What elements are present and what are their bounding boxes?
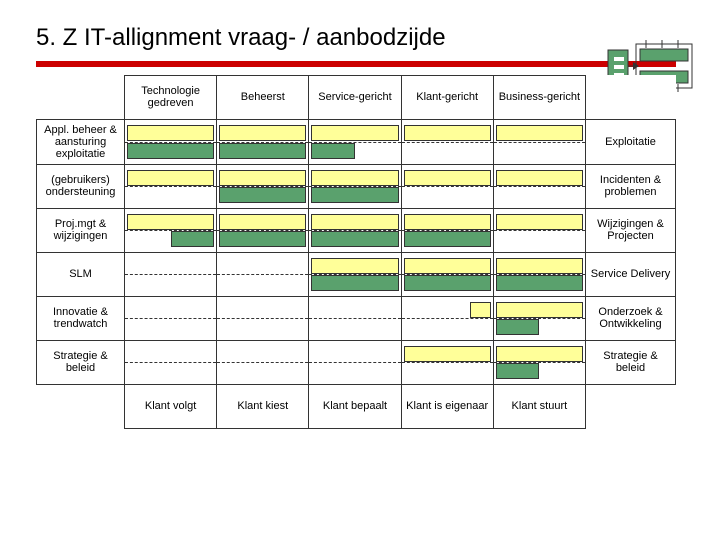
matrix-cell (309, 252, 401, 296)
row-right-label: Wijzigingen & Projecten (586, 208, 676, 252)
matrix-cell (401, 164, 493, 208)
col-header: Service-gericht (309, 75, 401, 119)
row-label: (gebruikers) ondersteuning (37, 164, 125, 208)
slide-title: 5. Z IT-allignment vraag- / aanbodzijde (36, 24, 692, 53)
matrix-cell (401, 208, 493, 252)
col-header: Business-gericht (493, 75, 585, 119)
footer-label: Klant kiest (217, 384, 309, 428)
matrix-cell (125, 252, 217, 296)
matrix-cell (401, 252, 493, 296)
row-label: Strategie & beleid (37, 340, 125, 384)
matrix-cell (493, 119, 585, 164)
matrix-cell (493, 296, 585, 340)
alignment-matrix: Technologie gedreven Beheerst Service-ge… (36, 75, 676, 429)
footer-label: Klant stuurt (493, 384, 585, 428)
matrix-cell (217, 252, 309, 296)
matrix-cell (217, 119, 309, 164)
row-label: SLM (37, 252, 125, 296)
row-right-label: Strategie & beleid (586, 340, 676, 384)
row-right-label: Onderzoek & Ontwikkeling (586, 296, 676, 340)
footer-label: Klant is eigenaar (401, 384, 493, 428)
matrix-cell (125, 340, 217, 384)
blank-cell (37, 384, 125, 428)
row-label: Proj.mgt & wijzigingen (37, 208, 125, 252)
matrix-cell (217, 208, 309, 252)
col-header: Technologie gedreven (125, 75, 217, 119)
row-label: Appl. beheer & aansturing exploitatie (37, 119, 125, 164)
footer-label: Klant volgt (125, 384, 217, 428)
matrix-cell (309, 164, 401, 208)
title-rule (36, 61, 676, 67)
matrix-cell (217, 164, 309, 208)
matrix-cell (493, 252, 585, 296)
matrix-cell (217, 340, 309, 384)
col-header: Beheerst (217, 75, 309, 119)
row-label: Innovatie & trendwatch (37, 296, 125, 340)
matrix-cell (125, 164, 217, 208)
row-right-label: Exploitatie (586, 119, 676, 164)
matrix-cell (309, 208, 401, 252)
matrix-cell (401, 296, 493, 340)
matrix-cell (401, 119, 493, 164)
blank-cell (586, 384, 676, 428)
matrix-cell (125, 208, 217, 252)
matrix-cell (401, 340, 493, 384)
blank-cell (586, 75, 676, 119)
matrix-cell (493, 164, 585, 208)
matrix-cell (493, 208, 585, 252)
matrix-cell (309, 119, 401, 164)
matrix-cell (309, 340, 401, 384)
matrix-cell (493, 340, 585, 384)
footer-label: Klant bepaalt (309, 384, 401, 428)
matrix-cell (125, 119, 217, 164)
matrix-cell (309, 296, 401, 340)
col-header: Klant-gericht (401, 75, 493, 119)
row-right-label: Service Delivery (586, 252, 676, 296)
row-right-label: Incidenten & problemen (586, 164, 676, 208)
blank-cell (37, 75, 125, 119)
matrix-cell (125, 296, 217, 340)
matrix-cell (217, 296, 309, 340)
